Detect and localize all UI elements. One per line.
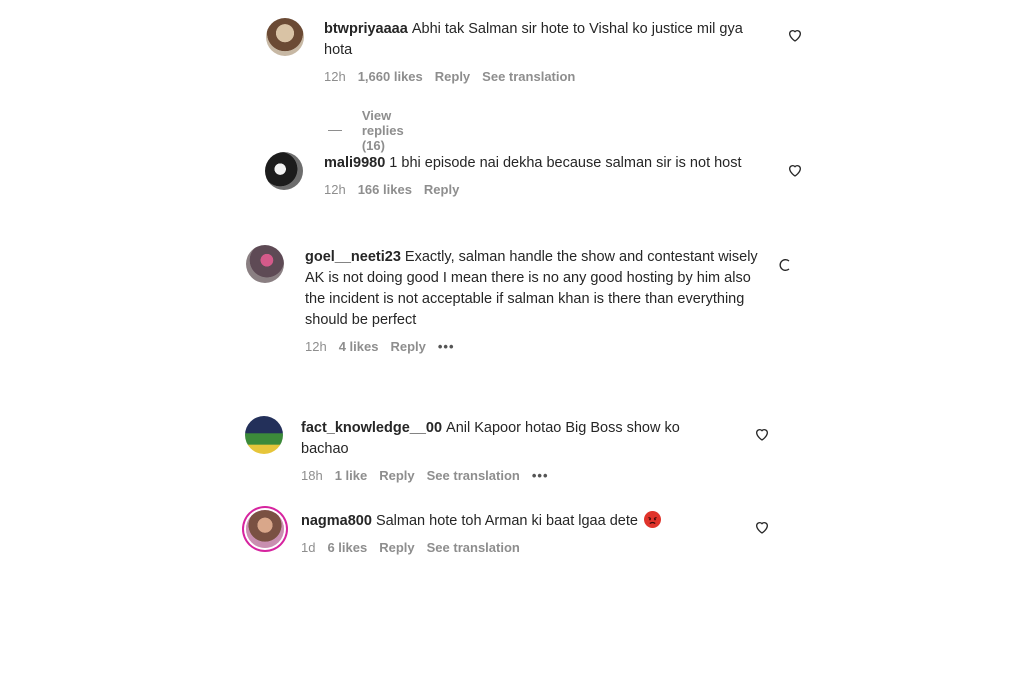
view-replies-button[interactable]: View replies (16) [328, 108, 416, 153]
comment-text: fact_knowledge__00 Anil Kapoor hotao Big … [301, 418, 721, 460]
comment-text: btwpriyaaaa Abhi tak Salman sir hote to V… [324, 19, 764, 61]
timestamp: 12h [324, 182, 346, 197]
avatar[interactable] [265, 152, 303, 190]
heart-icon[interactable] [787, 162, 803, 178]
reply-button[interactable]: Reply [379, 468, 414, 483]
reply-button[interactable]: Reply [390, 339, 425, 354]
likes-count[interactable]: 4 likes [339, 339, 379, 354]
reply-button[interactable]: Reply [435, 69, 470, 84]
likes-count[interactable]: 1 like [335, 468, 368, 483]
likes-count[interactable]: 166 likes [358, 182, 412, 197]
username[interactable]: nagma800 [301, 513, 372, 529]
comment-body: Salman hote toh Arman ki baat lgaa dete [375, 513, 638, 529]
more-options-button[interactable]: ••• [532, 468, 549, 483]
avatar[interactable] [245, 416, 283, 454]
more-options-button[interactable]: ••• [438, 339, 455, 354]
likes-count[interactable]: 1,660 likes [358, 69, 423, 84]
see-translation-button[interactable]: See translation [482, 69, 575, 84]
heart-icon[interactable] [754, 426, 770, 442]
likes-count[interactable]: 6 likes [327, 540, 367, 555]
username[interactable]: fact_knowledge__00 [301, 420, 442, 436]
comment-meta: 1d 6 likes Reply See translation [301, 540, 721, 555]
reply-button[interactable]: Reply [379, 540, 414, 555]
comment-meta: 12h 4 likes Reply ••• [305, 339, 765, 354]
timestamp: 1d [301, 540, 316, 555]
avatar[interactable] [246, 245, 284, 283]
angry-face-icon [643, 511, 661, 528]
comment-text: goel__neeti23 Exactly, salman handle the … [305, 247, 765, 331]
timestamp: 12h [305, 339, 327, 354]
comment-meta: 12h 1,660 likes Reply See translation [324, 69, 764, 84]
avatar[interactable] [246, 510, 284, 548]
see-translation-button[interactable]: See translation [427, 468, 520, 483]
username[interactable]: mali9980 [324, 155, 385, 171]
timestamp: 12h [324, 69, 346, 84]
reply-button[interactable]: Reply [424, 182, 459, 197]
comment-meta: 18h 1 like Reply See translation ••• [301, 468, 721, 483]
view-replies-label: View replies (16) [361, 108, 404, 153]
comment-meta: 12h 166 likes Reply [324, 182, 764, 197]
username[interactable]: goel__neeti23 [305, 249, 401, 265]
username[interactable]: btwpriyaaaa [324, 21, 408, 37]
divider [328, 130, 342, 131]
heart-icon[interactable] [787, 27, 803, 43]
timestamp: 18h [301, 468, 323, 483]
comment-text: mali9980 1 bhi episode nai dekha because … [324, 153, 764, 174]
see-translation-button[interactable]: See translation [427, 540, 520, 555]
avatar[interactable] [266, 18, 304, 56]
heart-icon[interactable] [754, 519, 770, 535]
comment-text: nagma800 Salman hote toh Arman ki baat lg… [301, 511, 721, 532]
spinner-icon [779, 259, 790, 271]
comment-body: 1 bhi episode nai dekha because salman s… [389, 155, 742, 171]
